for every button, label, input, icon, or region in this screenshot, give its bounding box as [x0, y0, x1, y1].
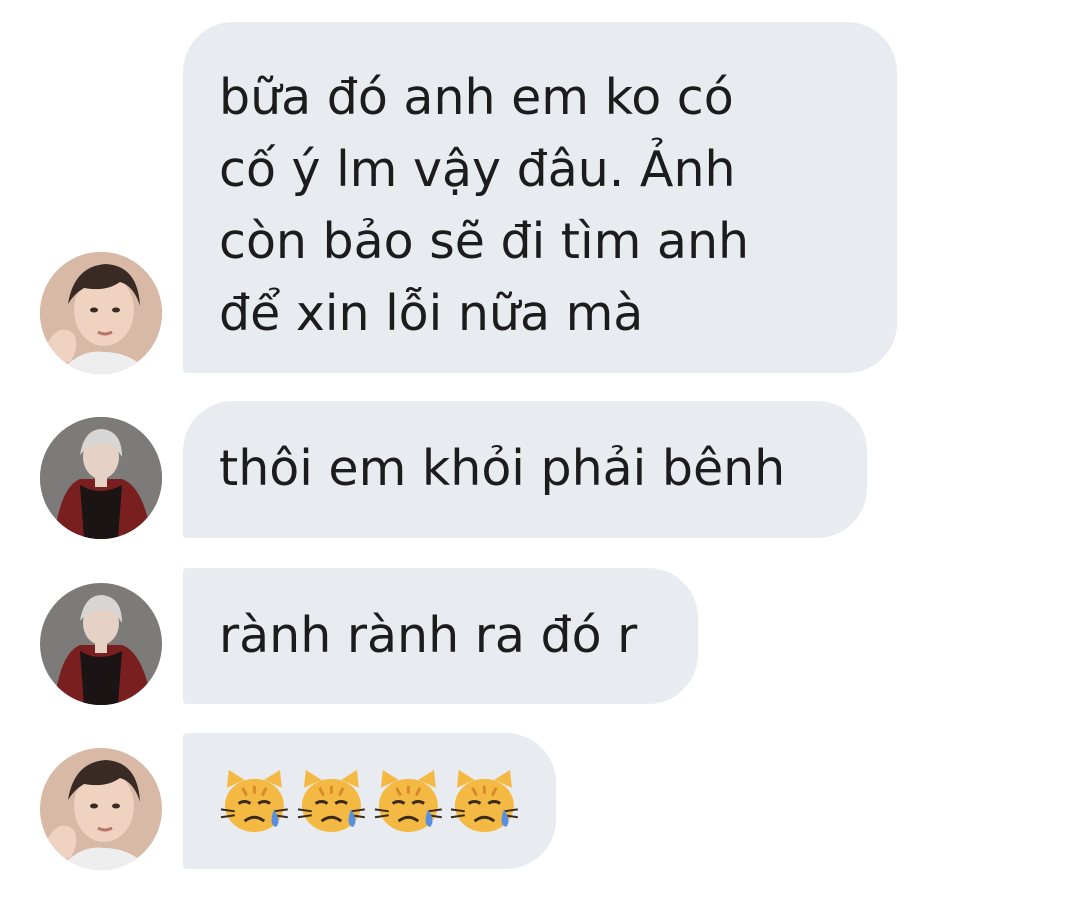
- crying-cat-icon: [451, 769, 519, 832]
- avatar-brown-hair-icon[interactable]: [40, 252, 162, 374]
- message-bubble[interactable]: [183, 733, 556, 869]
- message-text: rành rành ra đó r: [219, 607, 638, 664]
- message-text: thôi em khỏi phải bênh: [219, 440, 786, 497]
- message-line: để xin lỗi nữa mà: [219, 285, 644, 342]
- message-line: bữa đó anh em ko có: [219, 69, 734, 126]
- avatar-silver-hair-icon[interactable]: [40, 583, 162, 705]
- chat-thread: bữa đó anh em ko có cố ý lm vậy đâu. Ảnh…: [0, 0, 1080, 915]
- emoji-row: [219, 765, 520, 837]
- message-line: cố ý lm vậy đâu. Ảnh: [219, 141, 736, 198]
- crying-cat-icon: [220, 769, 288, 832]
- crying-cat-icon: [374, 769, 442, 832]
- message-bubble[interactable]: bữa đó anh em ko có cố ý lm vậy đâu. Ảnh…: [183, 22, 897, 373]
- crying-cat-icon: [297, 769, 365, 832]
- avatar-brown-hair-icon[interactable]: [40, 748, 162, 870]
- message-bubble[interactable]: rành rành ra đó r: [183, 568, 698, 704]
- message-bubble[interactable]: thôi em khỏi phải bênh: [183, 401, 867, 538]
- avatar-silver-hair-icon[interactable]: [40, 417, 162, 539]
- message-line: còn bảo sẽ đi tìm anh: [219, 213, 750, 270]
